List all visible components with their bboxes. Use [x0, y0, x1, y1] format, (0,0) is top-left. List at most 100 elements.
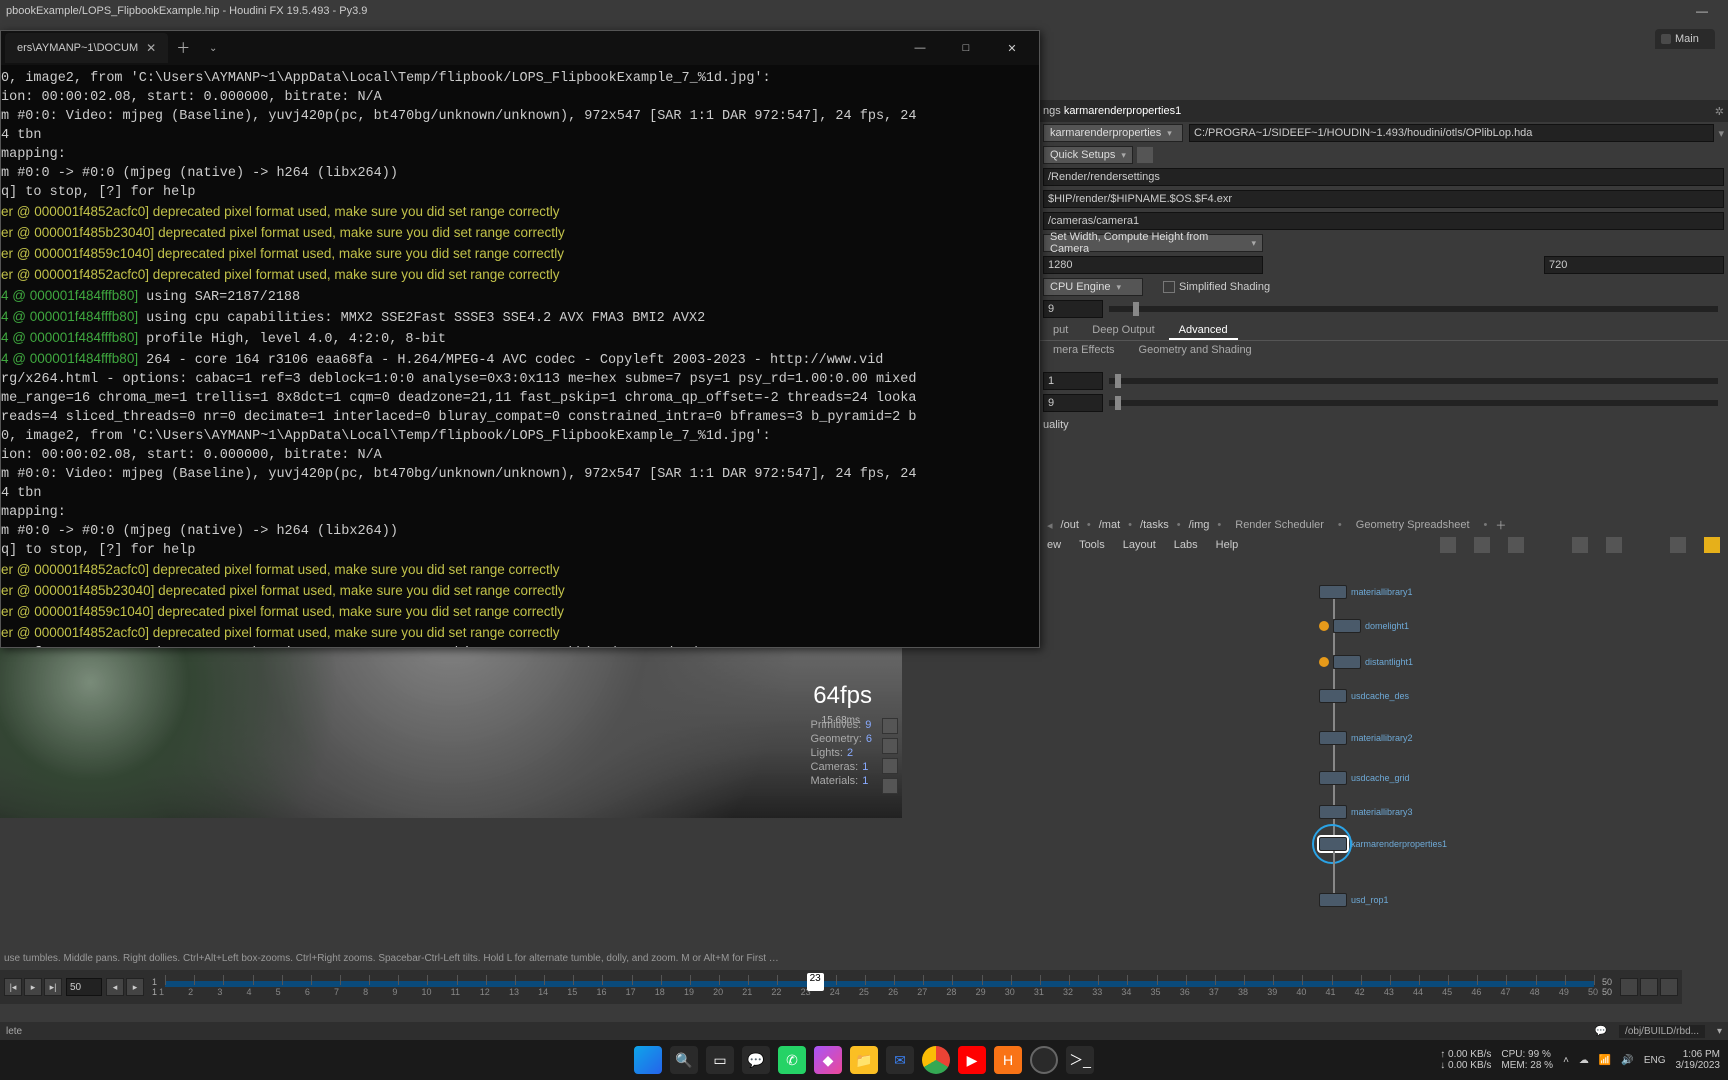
samples-input[interactable]: 9 [1043, 300, 1103, 318]
timeline-opt-button[interactable] [1660, 978, 1678, 996]
timeline-cursor[interactable]: 23 [807, 973, 824, 991]
render-scheduler-button[interactable]: Render Scheduler [1229, 519, 1330, 531]
network-toolbar-icon[interactable] [1606, 537, 1622, 553]
timeline-opt-button[interactable] [1620, 978, 1638, 996]
start-icon[interactable] [634, 1046, 662, 1074]
node-name[interactable]: karmarenderproperties1 [1064, 105, 1181, 117]
param-b[interactable]: 9 [1043, 394, 1103, 412]
terminal-output[interactable]: 0, image2, from 'C:\Users\AYMANP~1\AppDa… [1, 65, 1039, 647]
tray-cloud-icon[interactable]: ☁ [1579, 1055, 1589, 1066]
param-b-slider[interactable] [1109, 400, 1718, 406]
viewport-icon[interactable] [882, 738, 898, 754]
render-settings-path[interactable]: /Render/rendersettings [1043, 168, 1724, 186]
add-pane-icon[interactable]: ＋ [1495, 517, 1506, 533]
resolution-width[interactable]: 1280 [1043, 256, 1263, 274]
timeline-opt-button[interactable] [1640, 978, 1658, 996]
dropdown-icon[interactable]: ▾ [1717, 1026, 1722, 1037]
network-menu-tools[interactable]: Tools [1079, 539, 1105, 551]
mail-icon[interactable]: ✉ [886, 1046, 914, 1074]
range-end2[interactable]: 50 [1602, 987, 1612, 997]
gear-icon[interactable]: ✲ [1715, 105, 1724, 118]
node-materiallibrary2[interactable]: materiallibrary2 [1319, 731, 1413, 745]
bypass-flag-icon[interactable] [1319, 621, 1329, 631]
close-tab-icon[interactable]: ✕ [146, 41, 156, 55]
network-toolbar-icon[interactable] [1440, 537, 1456, 553]
simplified-shading-checkbox[interactable] [1163, 281, 1175, 293]
engine-dropdown[interactable]: CPU Engine [1043, 278, 1143, 296]
tray-lang[interactable]: ENG [1644, 1055, 1666, 1066]
tab-advanced[interactable]: Advanced [1169, 322, 1238, 340]
range-end[interactable]: 50 [1602, 977, 1612, 987]
tray-clock[interactable]: 1:06 PM 3/19/2023 [1676, 1049, 1721, 1071]
viewport-icon[interactable] [882, 778, 898, 794]
path-seg-out[interactable]: /out [1061, 519, 1079, 531]
terminal-titlebar[interactable]: ers\AYMANP~1\DOCUM ✕ ＋ ⌄ — □ ✕ [1, 31, 1039, 65]
terminal-maximize[interactable]: □ [943, 33, 989, 63]
param-a[interactable]: 1 [1043, 372, 1103, 390]
path-seg-mat[interactable]: /mat [1099, 519, 1120, 531]
taskview-icon[interactable]: ▭ [706, 1046, 734, 1074]
timeline-track[interactable]: 1234567891011121314151617181920212223242… [165, 973, 1594, 1001]
network-menu-layout[interactable]: Layout [1123, 539, 1156, 551]
node-usdcache_grid[interactable]: usdcache_grid [1319, 771, 1410, 785]
node-karmarenderproperties1[interactable]: karmarenderproperties1 [1319, 837, 1447, 851]
houdini-icon[interactable]: H [994, 1046, 1022, 1074]
obs-icon[interactable] [1030, 1046, 1058, 1074]
viewport-icon[interactable] [882, 718, 898, 734]
samples-slider[interactable] [1109, 306, 1718, 312]
node-distantlight1[interactable]: distantlight1 [1319, 655, 1413, 669]
node-materiallibrary1[interactable]: materiallibrary1 [1319, 585, 1413, 599]
terminal-minimize[interactable]: — [897, 33, 943, 63]
tray-wifi-icon[interactable]: 📶 [1599, 1055, 1611, 1066]
network-toolbar-icon[interactable] [1474, 537, 1490, 553]
chat-icon[interactable]: 💬 [742, 1046, 770, 1074]
resolution-mode-dropdown[interactable]: Set Width, Compute Height from Camera [1043, 234, 1263, 252]
current-frame-input[interactable]: 50 [66, 978, 102, 996]
param-a-slider[interactable] [1109, 378, 1718, 384]
desktop-tab-main[interactable]: Main [1655, 29, 1715, 49]
youtube-icon[interactable]: ▶ [958, 1046, 986, 1074]
explorer-icon[interactable]: 📁 [850, 1046, 878, 1074]
resolution-height[interactable]: 720 [1544, 256, 1724, 274]
geometry-spreadsheet-button[interactable]: Geometry Spreadsheet [1350, 519, 1476, 531]
messenger-icon[interactable]: ◆ [814, 1046, 842, 1074]
quick-setups-dropdown[interactable]: Quick Setups [1043, 146, 1133, 164]
app-minimize[interactable]: — [1682, 4, 1722, 18]
network-toolbar-icon[interactable] [1508, 537, 1524, 553]
tab-camera-effects[interactable]: mera Effects [1043, 342, 1125, 360]
whatsapp-icon[interactable]: ✆ [778, 1046, 806, 1074]
network-toolbar-icon[interactable] [1572, 537, 1588, 553]
step-back-button[interactable]: ◂ [106, 978, 124, 996]
chat-icon[interactable]: 💬 [1595, 1026, 1607, 1037]
tab-geometry-shading[interactable]: Geometry and Shading [1129, 342, 1262, 360]
network-menu-view[interactable]: ew [1047, 539, 1061, 551]
play-first-button[interactable]: |◂ [4, 978, 22, 996]
definition-path[interactable]: C:/PROGRA~1/SIDEEF~1/HOUDIN~1.493/houdin… [1189, 124, 1714, 142]
tray-volume-icon[interactable]: 🔊 [1621, 1055, 1633, 1066]
play-button[interactable]: ▸ [24, 978, 42, 996]
node-usd_rop1[interactable]: usd_rop1 [1319, 893, 1389, 907]
network-toolbar-icon[interactable] [1704, 537, 1720, 553]
node-domelight1[interactable]: domelight1 [1319, 619, 1409, 633]
terminal-tab[interactable]: ers\AYMANP~1\DOCUM ✕ [5, 33, 168, 63]
chrome-icon[interactable] [922, 1046, 950, 1074]
path-seg-img[interactable]: /img [1189, 519, 1210, 531]
network-menu-labs[interactable]: Labs [1174, 539, 1198, 551]
dropdown-icon[interactable]: ▾ [1718, 127, 1724, 140]
tray-chevron-icon[interactable]: ˄ [1563, 1055, 1569, 1066]
step-fwd-button[interactable]: ▸ [126, 978, 144, 996]
tab-dropdown-icon[interactable]: ⌄ [198, 43, 228, 54]
range-start[interactable]: 1 [152, 977, 157, 987]
search-icon[interactable]: 🔍 [670, 1046, 698, 1074]
range-start2[interactable]: 1 [152, 987, 157, 997]
path-seg-tasks[interactable]: /tasks [1140, 519, 1169, 531]
tab-output[interactable]: put [1043, 322, 1078, 340]
terminal-close[interactable]: ✕ [989, 33, 1035, 63]
scene-viewport[interactable]: 64fps 15.68ms Primitives:9Geometry:6Ligh… [0, 648, 902, 818]
node-type-dropdown[interactable]: karmarenderproperties [1043, 124, 1183, 142]
add-icon[interactable] [1137, 147, 1153, 163]
status-path[interactable]: /obj/BUILD/rbd... [1619, 1025, 1705, 1038]
network-menu-help[interactable]: Help [1216, 539, 1239, 551]
play-last-button[interactable]: ▸| [44, 978, 62, 996]
viewport-icon[interactable] [882, 758, 898, 774]
